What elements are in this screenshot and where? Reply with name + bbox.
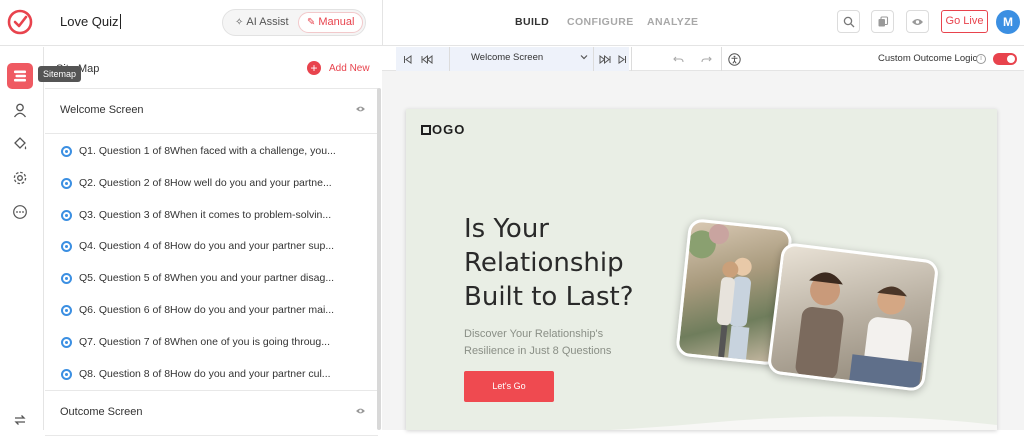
divider — [721, 47, 722, 71]
gear-icon — [13, 171, 27, 185]
rail-sync[interactable] — [7, 407, 33, 433]
accessibility-button[interactable] — [727, 52, 741, 66]
skip-start-icon — [403, 54, 411, 64]
eye-icon — [912, 18, 923, 25]
welcome-screen-row[interactable]: Welcome Screen — [45, 88, 378, 134]
preview-subtext: Discover Your Relationship's Resilience … — [464, 328, 612, 357]
couple-photo-art — [795, 272, 922, 391]
screen-select[interactable]: Welcome Screen — [471, 52, 543, 63]
radio-icon — [61, 145, 72, 157]
manual-button[interactable]: ✎ Manual — [298, 12, 364, 33]
divider — [593, 47, 594, 71]
pencil-icon: ✎ — [307, 17, 316, 28]
sitemap-icon — [14, 70, 26, 82]
sparkle-icon: ✧ — [235, 17, 244, 28]
tab-configure[interactable]: CONFIGURE — [567, 16, 634, 28]
eye-icon[interactable] — [355, 407, 366, 415]
previous-screen-button[interactable] — [420, 52, 434, 66]
radio-icon — [61, 368, 72, 380]
undo-button[interactable] — [671, 52, 685, 66]
add-new-button[interactable]: + Add New — [307, 61, 370, 75]
rewind-icon — [421, 54, 433, 64]
canvas-area: Welcome Screen Custom Outcome Logic i OG… — [382, 47, 1024, 430]
radio-icon — [61, 272, 72, 284]
rail-more[interactable] — [7, 199, 33, 225]
search-icon — [843, 16, 854, 27]
bottom-wave — [610, 416, 997, 430]
custom-outcome-toggle[interactable] — [993, 53, 1017, 65]
info-icon[interactable]: i — [976, 54, 986, 64]
question-item[interactable]: Q1. Question 1 of 8When faced with a cha… — [61, 141, 361, 161]
redo-icon — [700, 56, 712, 62]
question-item[interactable]: Q3. Question 3 of 8When it comes to prob… — [61, 205, 361, 225]
divider — [382, 0, 383, 46]
rail-user[interactable] — [7, 97, 33, 123]
left-rail — [0, 47, 44, 430]
rail-design[interactable] — [7, 131, 33, 157]
next-screen-button[interactable] — [598, 52, 612, 66]
tab-build[interactable]: BUILD — [515, 16, 549, 28]
app-logo-icon[interactable] — [6, 8, 34, 36]
copy-icon — [878, 15, 888, 26]
go-live-button[interactable]: Go Live — [941, 10, 988, 33]
radio-icon — [61, 304, 72, 316]
duplicate-button[interactable] — [871, 10, 894, 33]
question-item[interactable]: Q6. Question 6 of 8How do you and your p… — [61, 300, 361, 320]
accessibility-icon — [727, 52, 741, 66]
top-bar: Love Quiz ✧ AI Assist ✎ Manual BUILD CONFI… — [0, 0, 1024, 46]
radio-icon — [61, 240, 72, 252]
radio-icon — [61, 209, 72, 221]
question-item[interactable]: Q7. Question 7 of 8When one of you is go… — [61, 332, 361, 352]
search-button[interactable] — [837, 10, 860, 33]
divider — [631, 47, 632, 71]
rail-settings[interactable] — [7, 165, 33, 191]
brand-logo: OGO — [421, 122, 465, 137]
eye-icon[interactable] — [355, 105, 366, 113]
radio-icon — [61, 177, 72, 189]
redo-button[interactable] — [699, 52, 713, 66]
paint-bucket-icon — [14, 137, 27, 150]
skip-end-icon — [618, 54, 626, 64]
sitemap-tooltip: Sitemap — [38, 66, 82, 82]
ai-assist-button[interactable]: ✧ AI Assist — [227, 12, 297, 33]
question-item[interactable]: Q2. Question 2 of 8How well do you and y… — [61, 173, 361, 193]
outcome-screen-row[interactable]: Outcome Screen — [45, 390, 378, 436]
sync-icon — [14, 415, 26, 425]
avatar[interactable]: M — [996, 10, 1020, 34]
radio-icon — [61, 336, 72, 348]
first-screen-button[interactable] — [400, 52, 414, 66]
question-item[interactable]: Q4. Question 4 of 8How do you and your p… — [61, 236, 361, 256]
fast-forward-icon — [599, 54, 611, 64]
chevron-down-icon[interactable] — [580, 53, 588, 61]
sitemap-panel: Site Map +Add New Welcome Screen Q1. Que… — [45, 47, 378, 436]
sitemap-scrollbar[interactable] — [377, 88, 381, 430]
preview-headline: Is Your Relationship Built to Last? — [464, 214, 634, 312]
welcome-screen-preview[interactable]: OGO Is Your Relationship Built to Last? … — [406, 109, 997, 430]
custom-outcome-label: Custom Outcome Logic — [878, 53, 978, 64]
question-item[interactable]: Q8. Question 8 of 8How do you and your p… — [61, 364, 361, 384]
rail-sitemap[interactable] — [7, 63, 33, 89]
user-icon — [13, 103, 27, 118]
lets-go-button[interactable]: Let's Go — [464, 371, 554, 402]
question-item[interactable]: Q5. Question 5 of 8When you and your par… — [61, 268, 361, 288]
mode-toggle: ✧ AI Assist ✎ Manual — [222, 9, 366, 36]
preview-button[interactable] — [906, 10, 929, 33]
quiz-title-input[interactable]: Love Quiz — [60, 14, 121, 29]
plus-icon: + — [307, 61, 321, 75]
preview-toolbar: Welcome Screen Custom Outcome Logic i — [382, 47, 1024, 71]
couple-photo-right — [766, 241, 940, 393]
more-icon — [13, 205, 27, 219]
screen-navigator: Welcome Screen — [396, 47, 629, 71]
logo-square-icon — [421, 124, 431, 135]
undo-icon — [672, 56, 684, 62]
divider — [449, 47, 450, 71]
tab-analyze[interactable]: ANALYZE — [647, 16, 698, 28]
last-screen-button[interactable] — [615, 52, 629, 66]
photo-decoration — [754, 237, 768, 251]
